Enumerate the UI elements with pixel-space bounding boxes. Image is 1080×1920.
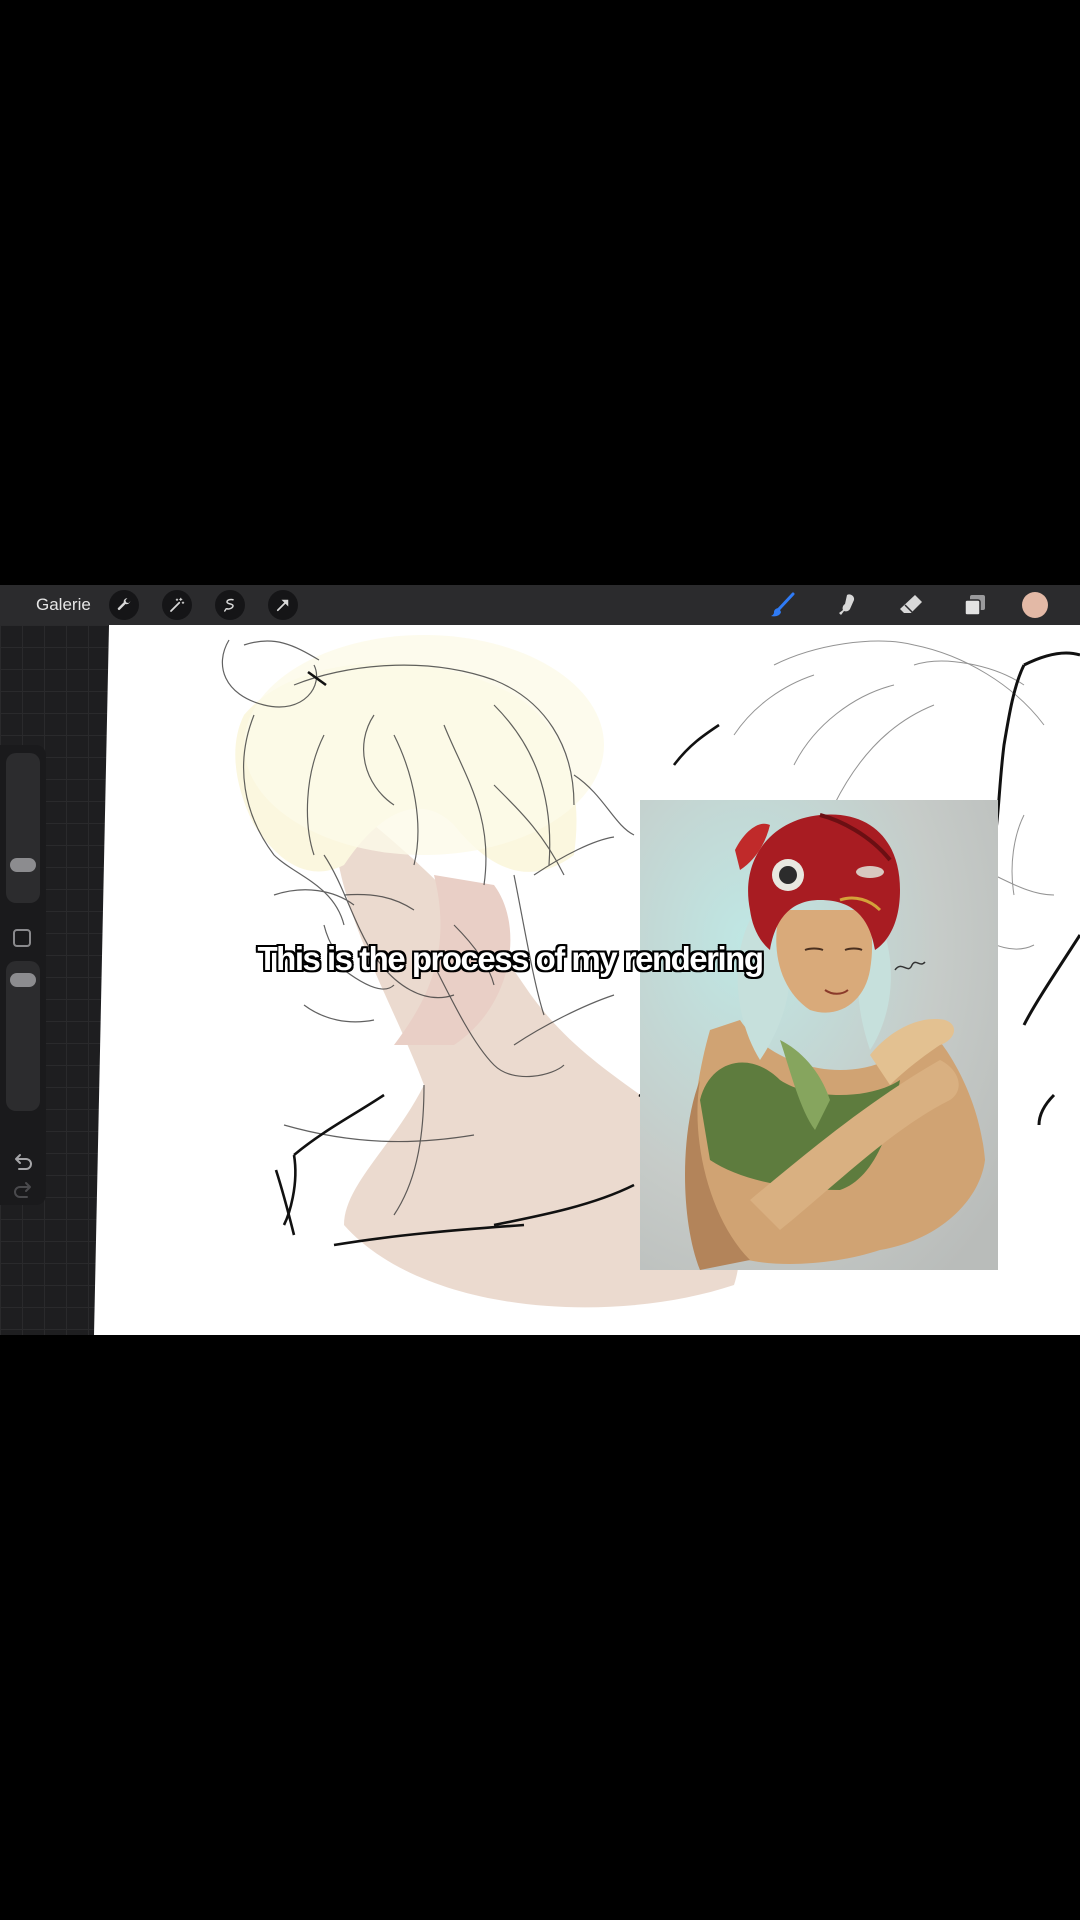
wrench-icon bbox=[117, 598, 131, 611]
eraser-button[interactable] bbox=[894, 588, 928, 622]
smudge-button[interactable] bbox=[830, 588, 864, 622]
transform-button[interactable] bbox=[267, 590, 298, 620]
undo-icon[interactable] bbox=[10, 1153, 36, 1175]
layers-icon bbox=[964, 595, 985, 616]
reference-painting bbox=[640, 800, 998, 1270]
video-caption: This is the process of my rendering bbox=[0, 940, 1020, 978]
selection-button[interactable] bbox=[214, 590, 245, 620]
color-picker-button[interactable] bbox=[1022, 592, 1048, 618]
actions-button[interactable] bbox=[108, 590, 139, 620]
adjustments-button[interactable] bbox=[161, 590, 192, 620]
left-sidebar bbox=[0, 625, 108, 1335]
brush-icon bbox=[771, 592, 795, 617]
transform-arrow-icon bbox=[276, 599, 289, 612]
reference-portrait-image bbox=[640, 800, 998, 1270]
right-toolbar bbox=[766, 585, 1080, 625]
smudge-icon bbox=[839, 594, 855, 615]
top-toolbar: Galerie bbox=[0, 585, 1080, 625]
gallery-button[interactable]: Galerie bbox=[36, 595, 91, 615]
magic-wand-icon bbox=[169, 597, 185, 612]
brush-size-thumb[interactable] bbox=[10, 858, 36, 873]
brush-button[interactable] bbox=[766, 588, 800, 622]
brush-size-slider[interactable] bbox=[6, 753, 40, 903]
eraser-icon bbox=[900, 595, 922, 613]
brush-opacity-slider[interactable] bbox=[6, 961, 40, 1111]
layers-button[interactable] bbox=[958, 588, 992, 622]
redo-icon[interactable] bbox=[10, 1181, 36, 1203]
caption-text: This is the process of my rendering bbox=[257, 940, 764, 977]
selection-icon bbox=[223, 598, 234, 612]
video-frame: Galerie This is the process of my render… bbox=[0, 0, 1080, 1920]
